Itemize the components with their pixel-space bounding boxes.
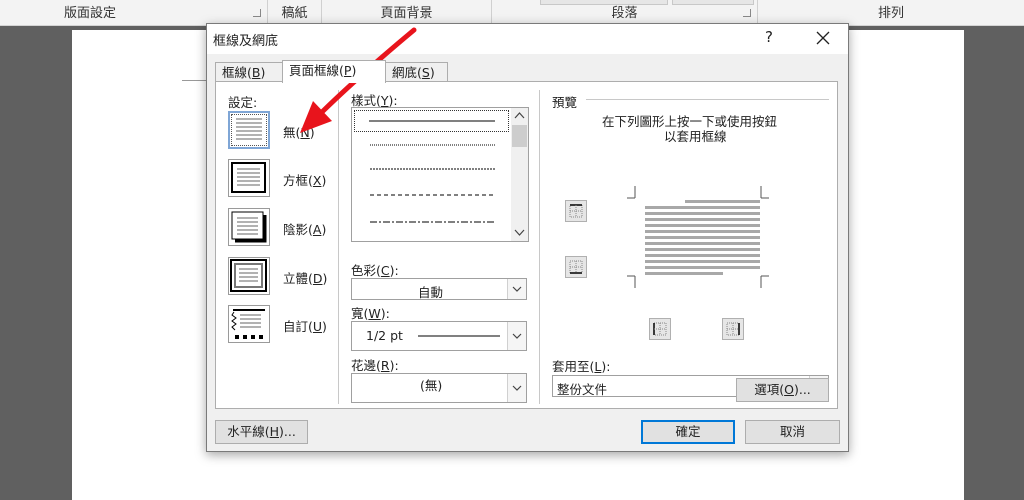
line-style-solid[interactable] (354, 110, 509, 132)
top-border-button-icon[interactable] (565, 200, 587, 222)
color-value: 自動 (418, 285, 444, 300)
setting-3d-label[interactable]: 立體(D) (283, 268, 327, 287)
line-style-list[interactable] (351, 107, 529, 242)
close-icon[interactable] (811, 26, 835, 50)
preview-rule (586, 99, 829, 100)
ribbon-group-paragraph: 段落 (492, 0, 758, 25)
page-border-panel: 設定: 無(N) 方框(X) 陰影(A) 立體(D) 自訂(U) 樣式(Y): … (215, 81, 838, 409)
art-value: (無) (420, 378, 443, 393)
help-button[interactable]: ? (765, 28, 773, 46)
width-value: 1/2 pt (366, 328, 403, 343)
cancel-button[interactable]: 取消 (745, 420, 840, 444)
left-border-button-icon[interactable] (649, 318, 671, 340)
ribbon-group-page-setup: 版面設定 (0, 0, 268, 25)
tab-page-border[interactable]: 頁面框線(P) (282, 60, 386, 83)
column-divider (539, 90, 540, 404)
art-dropdown[interactable]: (無) (351, 373, 527, 403)
settings-header: 設定: (228, 95, 258, 110)
borders-and-shading-dialog: 框線及網底 ? 框線(B) 頁面框線(P) 網底(S) 設定: 無(N) 方框(… (206, 23, 849, 452)
ribbon-group-manuscript: 稿紙 (268, 0, 322, 25)
ok-button[interactable]: 確定 (641, 420, 735, 444)
tab-shading[interactable]: 網底(S) (385, 62, 448, 82)
preview-instruction-line2: 以套用框線 (664, 129, 727, 144)
dialog-title: 框線及網底 (213, 34, 279, 49)
width-line-sample (418, 335, 500, 337)
setting-none-label[interactable]: 無(N) (283, 122, 315, 141)
style-list-scrollbar[interactable] (511, 108, 528, 241)
apply-to-label: 套用至(L): (552, 359, 611, 374)
ribbon-group-label: 排列 (877, 6, 904, 21)
ribbon-group-page-background: 頁面背景 (322, 0, 492, 25)
setting-none-icon[interactable] (228, 111, 270, 149)
setting-3d-icon[interactable] (228, 257, 270, 295)
ribbon-group-label: 段落 (611, 6, 638, 21)
dialog-titlebar[interactable]: 框線及網底 ? (207, 24, 848, 54)
ribbon-group-arrange: 排列 (758, 0, 1024, 25)
setting-custom-label[interactable]: 自訂(U) (283, 316, 327, 335)
line-style-options[interactable] (354, 133, 512, 243)
options-button[interactable]: 選項(O)... (736, 378, 829, 402)
ribbon-group-label: 稿紙 (281, 6, 308, 21)
horizontal-line-button[interactable]: 水平線(H)... (215, 420, 308, 444)
chevron-down-icon[interactable] (507, 279, 526, 299)
width-dropdown[interactable]: 1/2 pt (351, 321, 527, 351)
setting-shadow-icon[interactable] (228, 208, 270, 246)
art-label: 花邊(R): (351, 358, 399, 373)
column-divider (338, 90, 339, 404)
chevron-down-icon[interactable] (507, 322, 526, 350)
setting-custom-icon[interactable] (228, 305, 270, 343)
color-label: 色彩(C): (351, 263, 399, 278)
dialog-launcher-icon[interactable] (743, 9, 751, 17)
preview-page-diagram[interactable] (623, 182, 773, 292)
dialog-launcher-icon[interactable] (253, 9, 261, 17)
preview-header: 預覽 (552, 95, 578, 110)
ribbon-group-label: 版面設定 (64, 6, 117, 21)
tab-borders[interactable]: 框線(B) (215, 62, 283, 82)
setting-shadow-label[interactable]: 陰影(A) (283, 219, 326, 238)
ribbon-group-label: 頁面背景 (380, 6, 433, 21)
chevron-down-icon[interactable] (507, 374, 526, 402)
setting-box-icon[interactable] (228, 159, 270, 197)
color-dropdown[interactable]: 自動 (351, 278, 527, 300)
bottom-border-button-icon[interactable] (565, 256, 587, 278)
apply-to-value: 整份文件 (557, 382, 608, 397)
right-border-button-icon[interactable] (722, 318, 744, 340)
setting-box-label[interactable]: 方框(X) (283, 170, 326, 189)
width-label: 寬(W): (351, 306, 390, 321)
